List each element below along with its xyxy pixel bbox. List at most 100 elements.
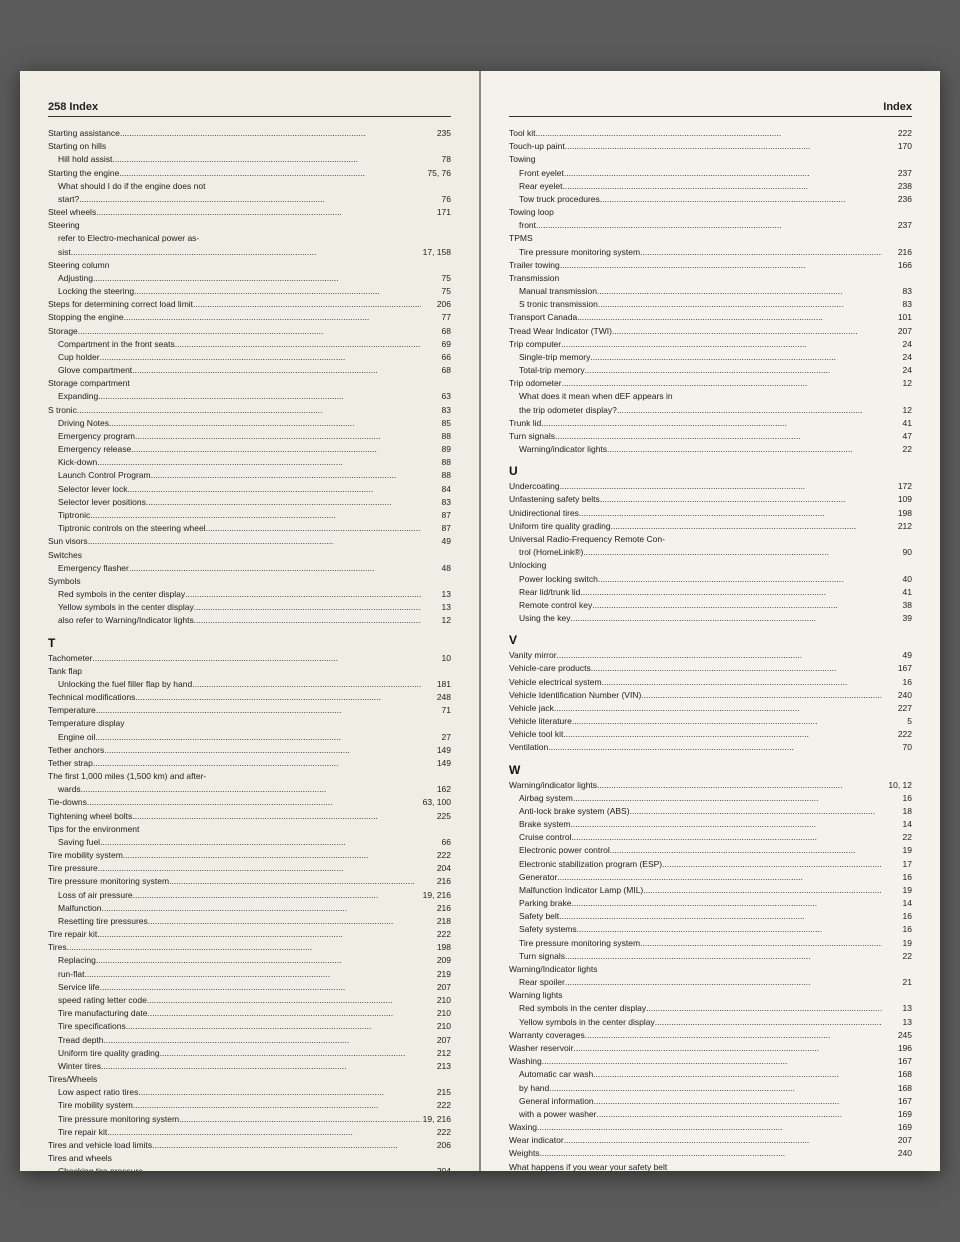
index-entry: Manual transmission ....................…	[509, 285, 912, 298]
index-entry: Airbag system ..........................…	[509, 792, 912, 805]
entry-page: 12	[882, 404, 912, 417]
entry-dots: ........................................…	[571, 897, 882, 910]
entry-page: 83	[882, 285, 912, 298]
entry-page: 19	[882, 937, 912, 950]
index-entry: trol (HomeLink®) .......................…	[509, 546, 912, 559]
index-entry: Symbols	[48, 575, 451, 588]
entry-label: Warning/Indicator lights	[509, 963, 598, 976]
entry-dots: ........................................…	[562, 377, 882, 390]
entry-label: Vanity mirror	[509, 649, 557, 662]
entry-label: Automatic car wash	[519, 1068, 593, 1081]
entry-label: Low aspect ratio tires	[58, 1086, 138, 1099]
entry-dots: ........................................…	[612, 325, 882, 338]
entry-label: Malfunction Indicator Lamp (MIL)	[519, 884, 643, 897]
index-entry: Touch-up paint .........................…	[509, 140, 912, 153]
entry-label: Unfastening safety belts	[509, 493, 600, 506]
entry-page: 206	[421, 1139, 451, 1152]
index-entry: Tire mobility system ...................…	[48, 1099, 451, 1112]
entry-dots: ........................................…	[107, 1126, 421, 1139]
entry-label: Driving Notes	[58, 417, 109, 430]
entry-label: Launch Control Program	[58, 469, 151, 482]
entry-page: 16	[882, 923, 912, 936]
entry-page: 204	[421, 1165, 451, 1171]
index-entry: Unlocking the fuel filler flap by hand .…	[48, 678, 451, 691]
index-entry: Tire pressure monitoring system ........…	[48, 1113, 451, 1126]
entry-dots: ........................................…	[131, 443, 421, 456]
entry-dots: ........................................…	[127, 483, 421, 496]
entry-label: Steering column	[48, 259, 109, 272]
entry-page: 14	[882, 897, 912, 910]
entry-page: 222	[882, 127, 912, 140]
entry-dots: ........................................…	[79, 193, 421, 206]
entry-label: Checking tire pressure	[58, 1165, 143, 1171]
entry-label: Storage compartment	[48, 377, 130, 390]
entry-dots: ........................................…	[96, 704, 421, 717]
entry-page: 198	[421, 941, 451, 954]
entry-label: Red symbols in the center display	[519, 1002, 646, 1015]
index-entry: Single-trip memory .....................…	[509, 351, 912, 364]
entry-label: Touch-up paint	[509, 140, 565, 153]
entry-dots: ........................................…	[549, 1082, 882, 1095]
index-entry: Vehicle jack ...........................…	[509, 702, 912, 715]
index-entry: Ventilation ............................…	[509, 741, 912, 754]
entry-page: 49	[882, 649, 912, 662]
entry-page: 225	[421, 810, 451, 823]
index-entry: Technical modifications ................…	[48, 691, 451, 704]
entry-label: with a power washer	[519, 1108, 596, 1121]
entry-label: Tachometer	[48, 652, 92, 665]
entry-page: 235	[421, 127, 451, 140]
entry-label: Yellow symbols in the center display	[519, 1016, 655, 1029]
entry-dots: ........................................…	[192, 678, 421, 691]
index-entry: Sun visors .............................…	[48, 535, 451, 548]
entry-page: 238	[882, 180, 912, 193]
entry-dots: ........................................…	[600, 493, 882, 506]
entry-page: 169	[882, 1121, 912, 1134]
index-entry: run-flat ...............................…	[48, 968, 451, 981]
entry-dots: ........................................…	[542, 1055, 882, 1068]
entry-label: Tool kit	[509, 127, 535, 140]
entry-label: Parking brake	[519, 897, 571, 910]
entry-page: 167	[882, 662, 912, 675]
index-entry: Steel wheels ...........................…	[48, 206, 451, 219]
entry-dots: ........................................…	[84, 968, 421, 981]
entry-label: Airbag system	[519, 792, 573, 805]
entry-dots: ........................................…	[193, 298, 421, 311]
entry-label: Switches	[48, 549, 82, 562]
entry-dots: ........................................…	[565, 140, 882, 153]
entry-dots: ........................................…	[571, 831, 882, 844]
page-left: 258 Index Starting assistance ..........…	[20, 71, 481, 1171]
entry-label: Loss of air pressure	[58, 889, 133, 902]
index-entry: Steering	[48, 219, 451, 232]
entry-label: speed rating letter code	[58, 994, 147, 1007]
entry-dots: ........................................…	[585, 364, 882, 377]
entry-page: 84	[421, 483, 451, 496]
entry-label: Unlocking the fuel filler flap by hand	[58, 678, 192, 691]
entry-dots: ........................................…	[87, 796, 421, 809]
entry-label: Washing	[509, 1055, 542, 1068]
entry-page: 83	[882, 298, 912, 311]
entry-dots: ........................................…	[132, 364, 421, 377]
index-entry: also refer to Warning/Indicator lights .…	[48, 614, 451, 627]
entry-dots: ........................................…	[109, 417, 421, 430]
entry-label: Starting assistance	[48, 127, 120, 140]
entry-page: 210	[421, 1007, 451, 1020]
entry-page: 210	[421, 1020, 451, 1033]
entry-label: Universal Radio-Frequency Remote Con-	[509, 533, 665, 546]
index-entry: Red symbols in the center display ......…	[509, 1002, 912, 1015]
entry-page: 19	[882, 844, 912, 857]
index-entry: Cruise control .........................…	[509, 831, 912, 844]
entry-label: Vehicle literature	[509, 715, 572, 728]
index-entry: TPMS	[509, 232, 912, 245]
entry-label: Transport Canada	[509, 311, 577, 324]
entry-page: 248	[421, 691, 451, 704]
entry-dots: ........................................…	[132, 810, 421, 823]
entry-dots: ........................................…	[592, 599, 882, 612]
entry-label: What does it mean when dEF appears in	[519, 390, 673, 403]
entry-label: Temperature display	[48, 717, 125, 730]
entry-page: 167	[882, 1095, 912, 1108]
entry-label: Trip odometer	[509, 377, 562, 390]
entry-label: Tire pressure monitoring system	[48, 875, 169, 888]
entry-dots: ........................................…	[598, 298, 882, 311]
entry-label: Temperature	[48, 704, 96, 717]
entry-label: Saving fuel	[58, 836, 100, 849]
